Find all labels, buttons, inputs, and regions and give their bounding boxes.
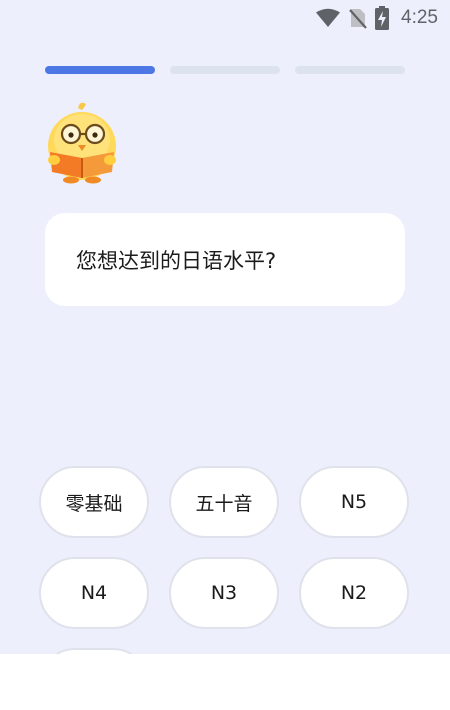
option-n2[interactable]: N2 [299, 557, 409, 629]
option-kana[interactable]: 五十音 [169, 466, 279, 538]
option-n5[interactable]: N5 [299, 466, 409, 538]
option-zero-basics[interactable]: 零基础 [39, 466, 149, 538]
level-options: 零基础 五十音 N5 N4 N3 N2 [0, 0, 450, 654]
option-partially-visible[interactable] [39, 648, 149, 654]
app-screen: 4:25 您想达到的日语水平? 零基础 五十音 N5 N4 N3 N2 [0, 0, 450, 654]
option-n3[interactable]: N3 [169, 557, 279, 629]
option-n4[interactable]: N4 [39, 557, 149, 629]
